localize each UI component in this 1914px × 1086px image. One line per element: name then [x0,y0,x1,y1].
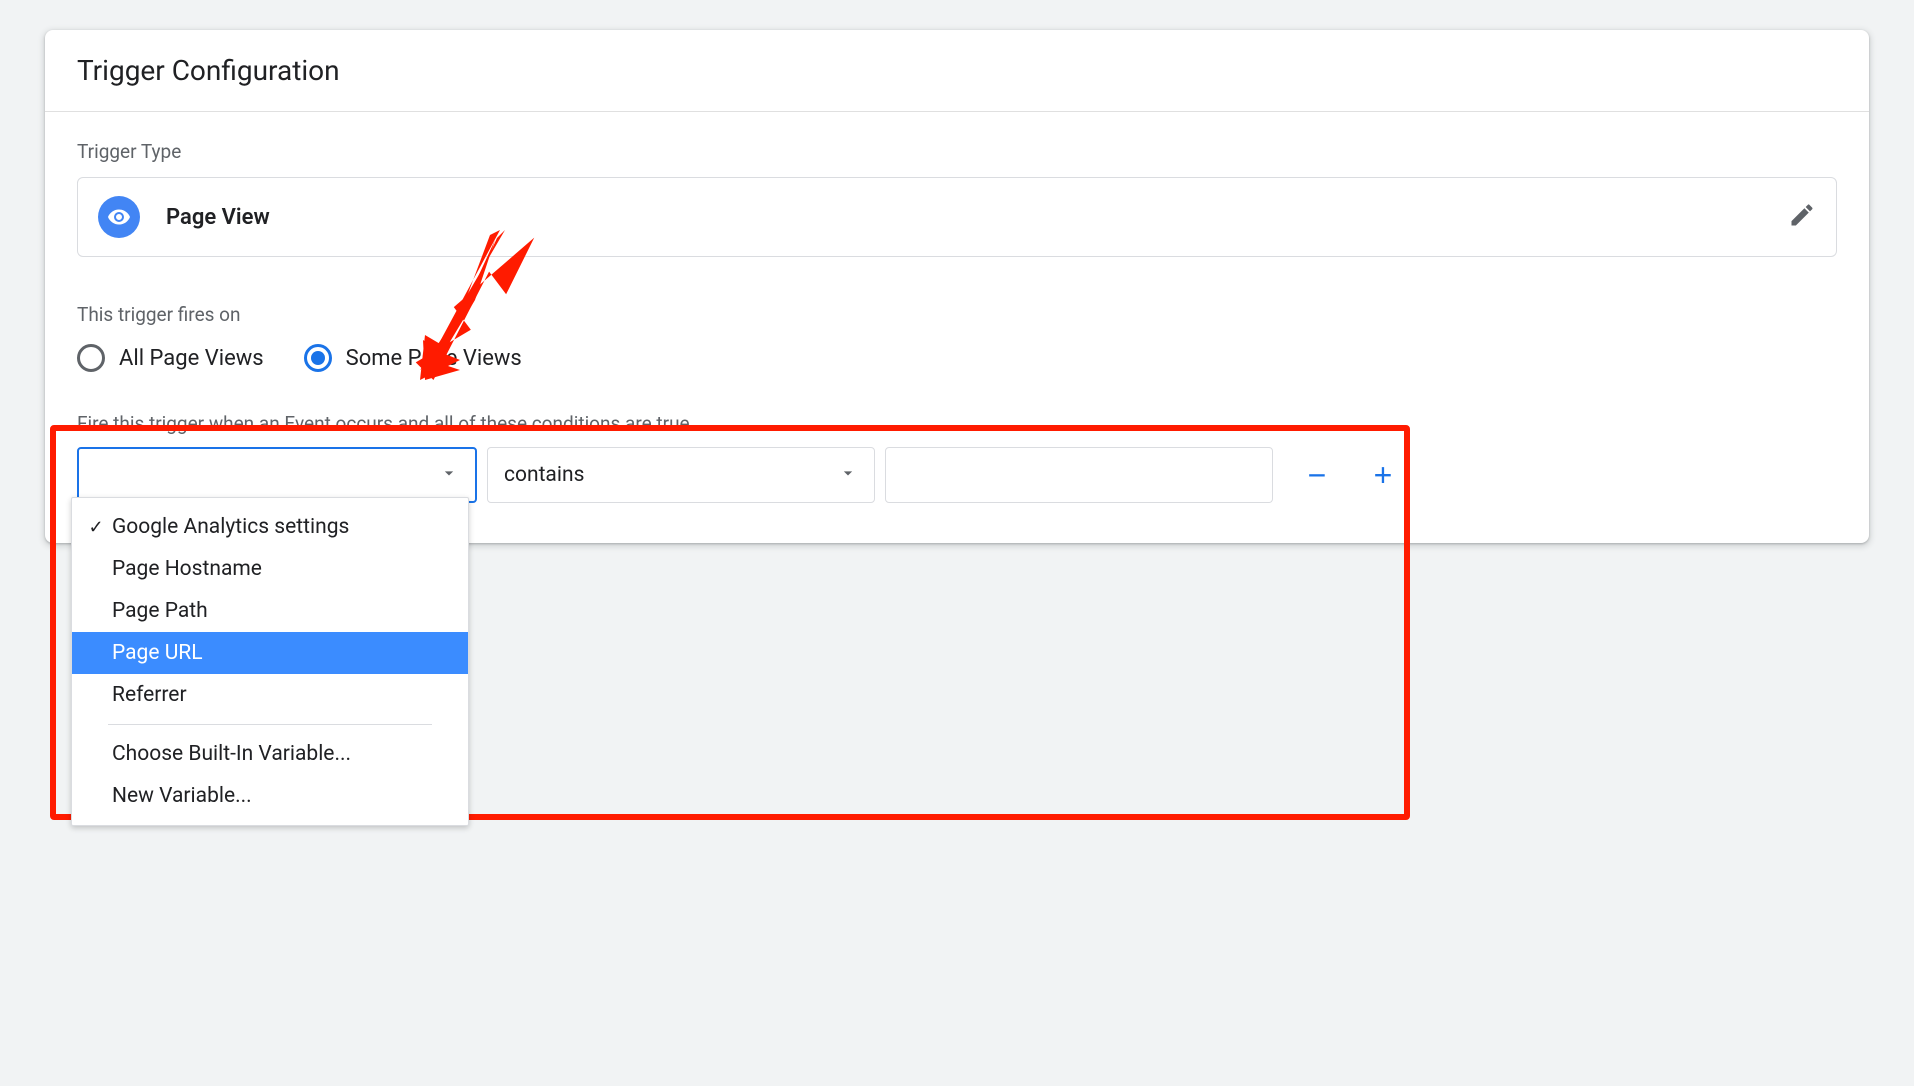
dropdown-item-label: Page URL [112,641,203,665]
dropdown-item-label: New Variable... [112,784,252,808]
remove-condition-button[interactable]: − [1297,455,1337,495]
dropdown-separator [108,724,432,725]
dropdown-item-page-path[interactable]: Page Path [72,590,468,632]
dropdown-item-choose-builtin[interactable]: Choose Built-In Variable... [72,733,468,775]
edit-icon[interactable] [1788,201,1816,233]
condition-row: Google Analytics settings ✓ Google Analy… [77,447,1837,503]
dropdown-item-referrer[interactable]: Referrer [72,674,468,716]
check-icon: ✓ [84,517,108,538]
condition-value-input[interactable] [885,447,1273,503]
radio-icon [77,344,105,372]
card-header: Trigger Configuration [45,30,1869,112]
condition-operator-value: contains [504,463,838,487]
trigger-type-label: Trigger Type [77,140,1837,163]
fires-on-label: This trigger fires on [77,303,1837,326]
condition-operator-select[interactable]: contains [487,447,875,503]
fires-on-radio-group: All Page Views Some Page Views [77,344,1837,372]
radio-some-page-views[interactable]: Some Page Views [304,344,522,372]
add-condition-button[interactable]: + [1363,455,1403,495]
dropdown-item-page-hostname[interactable]: Page Hostname [72,548,468,590]
radio-label: Some Page Views [346,346,522,371]
trigger-type-value: Page View [166,205,1788,230]
condition-variable-select[interactable]: Google Analytics settings ✓ Google Analy… [77,447,477,503]
variable-dropdown: ✓ Google Analytics settings Page Hostnam… [71,497,469,826]
dropdown-item-page-url[interactable]: Page URL [72,632,468,674]
dropdown-item-label: Referrer [112,683,187,707]
dropdown-item-label: Google Analytics settings [112,515,349,539]
dropdown-item-new-variable[interactable]: New Variable... [72,775,468,817]
dropdown-item-label: Page Path [112,599,208,623]
dropdown-caret-icon [838,463,858,487]
trigger-config-card: Trigger Configuration Trigger Type Page … [45,30,1869,543]
radio-label: All Page Views [119,346,264,371]
plus-icon: + [1374,457,1393,494]
dropdown-item-label: Page Hostname [112,557,262,581]
dropdown-caret-icon [439,463,459,487]
dropdown-item-label: Choose Built-In Variable... [112,742,351,766]
radio-all-page-views[interactable]: All Page Views [77,344,264,372]
page-view-icon [98,196,140,238]
minus-icon: − [1308,457,1327,494]
dropdown-item-google-analytics-settings[interactable]: ✓ Google Analytics settings [72,506,468,548]
trigger-type-selector[interactable]: Page View [77,177,1837,257]
conditions-label: Fire this trigger when an Event occurs a… [77,412,1837,435]
card-title: Trigger Configuration [77,54,1837,87]
card-body: Trigger Type Page View This trigger fire… [45,112,1869,543]
radio-icon [304,344,332,372]
